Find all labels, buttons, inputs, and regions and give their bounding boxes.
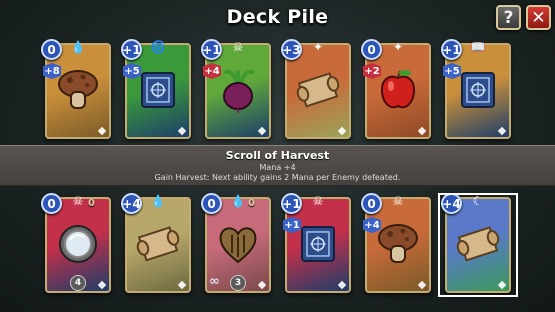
apple-icon bbox=[377, 68, 419, 116]
rarity-gem-icon bbox=[257, 280, 267, 290]
bones-icon: ☠ bbox=[232, 40, 244, 54]
card-modifier: +5 bbox=[443, 63, 461, 79]
card-cost: +4 bbox=[121, 193, 142, 214]
book-icon: 📖 bbox=[470, 40, 486, 54]
close-button[interactable]: ✕ bbox=[526, 5, 551, 30]
tooltip-title: Scroll of Harvest bbox=[225, 149, 330, 162]
card-cost: 0 bbox=[201, 193, 222, 214]
tooltip-description: Gain Harvest: Next ability gains 2 Mana … bbox=[154, 173, 401, 182]
card-modifier: +5 bbox=[123, 63, 141, 79]
rarity-gem-icon bbox=[97, 280, 107, 290]
skull-icon: ☠ bbox=[72, 194, 84, 208]
card-cost: 0 bbox=[361, 39, 382, 60]
claw-icon: ✦ bbox=[392, 40, 404, 54]
rarity-gem-icon bbox=[337, 280, 347, 290]
rarity-gem-icon bbox=[417, 126, 427, 136]
scroll-icon bbox=[134, 224, 182, 268]
card-modifier: +4 bbox=[363, 217, 381, 233]
card-cost: +1 bbox=[201, 39, 222, 60]
close-icon: ✕ bbox=[531, 7, 546, 28]
card-tooltip-banner: Scroll of Harvest Mana +4 Gain Harvest: … bbox=[0, 145, 555, 186]
rarity-gem-icon bbox=[497, 126, 507, 136]
water-drop-icon: 💧 bbox=[70, 40, 86, 54]
mushroom-icon bbox=[57, 68, 99, 116]
card-modifier: +8 bbox=[43, 63, 61, 79]
rarity-gem-icon bbox=[177, 280, 187, 290]
card-counter: 3 bbox=[230, 275, 246, 291]
scroll-icon bbox=[294, 70, 342, 114]
wind-icon: 🌀 bbox=[150, 40, 166, 54]
card-cost: +1 bbox=[121, 39, 142, 60]
mushroom-icon bbox=[377, 222, 419, 270]
card-modifier: +4 bbox=[203, 63, 221, 79]
help-icon: ? bbox=[503, 7, 514, 28]
spellbook-icon bbox=[296, 222, 340, 270]
claw-icon: ✦ bbox=[312, 40, 324, 54]
beet-icon bbox=[216, 66, 260, 118]
card-cost: +1 bbox=[441, 39, 462, 60]
heart-icon bbox=[216, 223, 260, 269]
card-modifier: +2 bbox=[363, 63, 381, 79]
card-cost: 0 bbox=[41, 39, 62, 60]
water-drop-icon: 💧 bbox=[150, 194, 166, 208]
rarity-gem-icon bbox=[177, 126, 187, 136]
card-cost: 0 bbox=[361, 193, 382, 214]
skull-icon: ☠ bbox=[312, 194, 324, 208]
spellbook-icon bbox=[136, 68, 180, 116]
card-cost: +1 bbox=[281, 193, 302, 214]
help-button[interactable]: ? bbox=[496, 5, 521, 30]
rarity-gem-icon bbox=[97, 126, 107, 136]
skull-icon: ☠ bbox=[392, 194, 404, 208]
selection-frame bbox=[438, 193, 518, 297]
card-cost: 0 bbox=[41, 193, 62, 214]
page-title: Deck Pile bbox=[226, 6, 329, 28]
card-modifier: +1 bbox=[283, 217, 301, 233]
tooltip-mana: Mana +4 bbox=[259, 163, 296, 172]
rarity-gem-icon bbox=[417, 280, 427, 290]
rarity-gem-icon bbox=[337, 126, 347, 136]
element-count: 0 bbox=[88, 198, 95, 209]
spellbook-icon bbox=[456, 68, 500, 116]
water-drop-icon: 💧 bbox=[230, 194, 246, 208]
element-count: 0 bbox=[248, 198, 255, 209]
mirror-icon bbox=[56, 222, 100, 270]
card-counter: 4 bbox=[70, 275, 86, 291]
card-cost: +3 bbox=[281, 39, 302, 60]
rarity-gem-icon bbox=[257, 126, 267, 136]
infinity-icon: ∞ bbox=[209, 274, 220, 289]
